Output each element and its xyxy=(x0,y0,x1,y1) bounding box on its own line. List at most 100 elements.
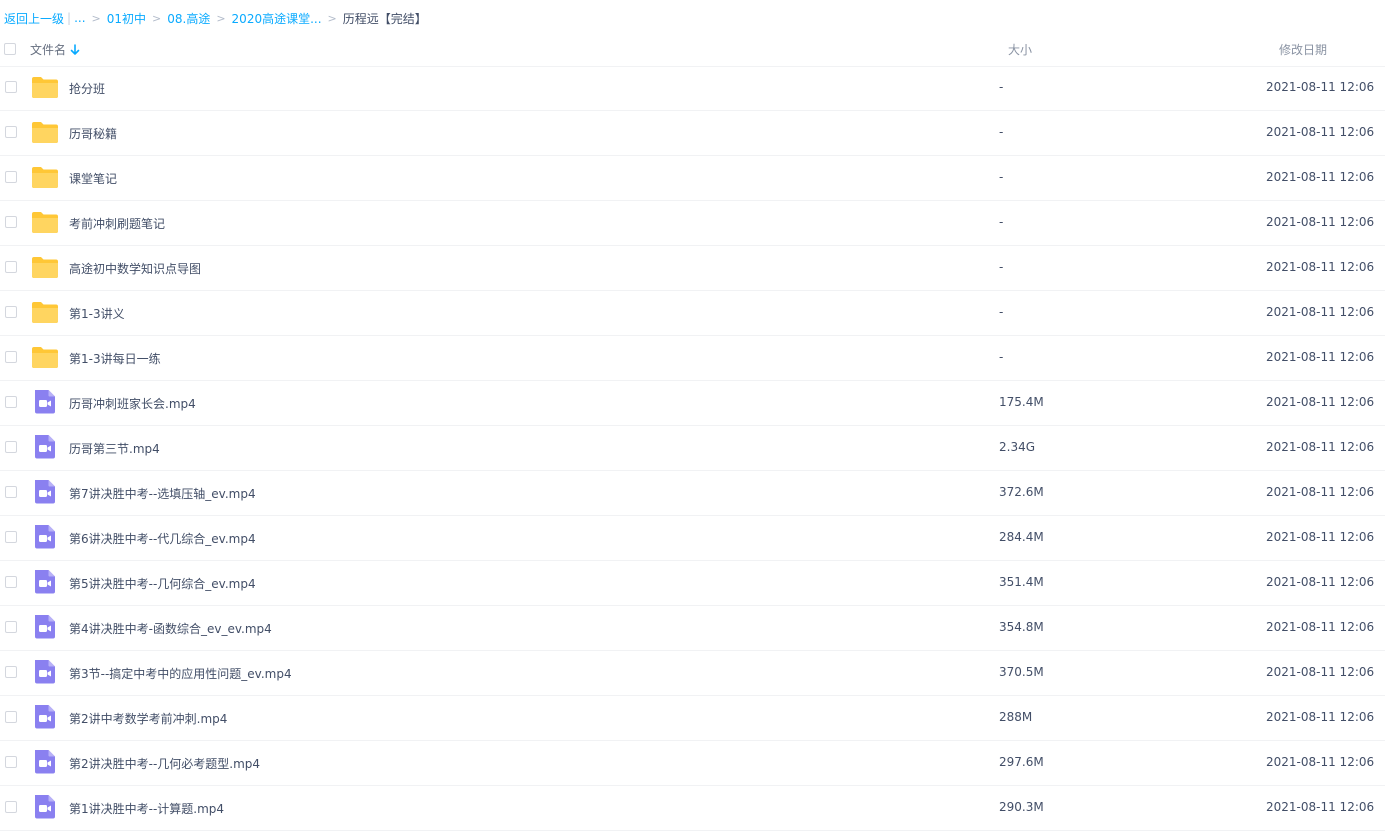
row-checkbox[interactable] xyxy=(5,171,17,183)
file-name[interactable]: 高途初中数学知识点导图 xyxy=(69,260,201,277)
file-name[interactable]: 考前冲刺刷题笔记 xyxy=(69,215,165,232)
breadcrumb-current: 历程远【完结】 xyxy=(342,11,427,26)
file-row[interactable]: 考前冲刺刷题笔记 - 2021-08-11 12:06 xyxy=(0,201,1385,246)
file-name[interactable]: 第2讲中考数学考前冲刺.mp4 xyxy=(69,710,227,727)
file-row[interactable]: 课堂笔记 - 2021-08-11 12:06 xyxy=(0,156,1385,201)
file-row[interactable]: 第6讲决胜中考--代几综合_ev.mp4 284.4M 2021-08-11 12:… xyxy=(0,516,1385,561)
file-size: 351.4M xyxy=(999,575,1044,589)
select-all-checkbox[interactable] xyxy=(4,43,16,55)
row-checkbox[interactable] xyxy=(5,261,17,273)
file-row[interactable]: 历哥第三节.mp4 2.34G 2021-08-11 12:06 xyxy=(0,426,1385,471)
file-size: - xyxy=(999,305,1004,319)
file-date: 2021-08-11 12:06 xyxy=(1266,485,1375,499)
file-date: 2021-08-11 12:06 xyxy=(1266,260,1375,274)
file-size: - xyxy=(999,260,1004,274)
breadcrumb-item-08[interactable]: 08.高途 xyxy=(167,10,210,27)
file-size: 354.8M xyxy=(999,620,1044,634)
folder-icon[interactable] xyxy=(31,75,59,99)
column-header-size[interactable]: 大小 xyxy=(1008,41,1032,58)
row-checkbox[interactable] xyxy=(5,351,17,363)
file-row[interactable]: 第1-3讲每日一练 - 2021-08-11 12:06 xyxy=(0,336,1385,381)
file-name[interactable]: 历哥秘籍 xyxy=(69,125,117,142)
file-date: 2021-08-11 12:06 xyxy=(1266,575,1375,589)
file-date: 2021-08-11 12:06 xyxy=(1266,665,1375,679)
video-file-icon[interactable] xyxy=(31,480,59,504)
file-size: 175.4M xyxy=(999,395,1044,409)
file-row[interactable]: 第7讲决胜中考--选填压轴_ev.mp4 372.6M 2021-08-11 12:… xyxy=(0,471,1385,516)
folder-icon[interactable] xyxy=(31,120,59,144)
file-date: 2021-08-11 12:06 xyxy=(1266,530,1375,544)
row-checkbox[interactable] xyxy=(5,621,17,633)
folder-icon[interactable] xyxy=(31,300,59,324)
folder-icon[interactable] xyxy=(31,165,59,189)
file-name[interactable]: 历哥冲刺班家长会.mp4 xyxy=(69,395,196,412)
breadcrumb-arrow-icon: > xyxy=(152,11,162,25)
video-file-icon[interactable] xyxy=(31,615,59,639)
file-row[interactable]: 第2讲中考数学考前冲刺.mp4 288M 2021-08-11 12:06 xyxy=(0,696,1385,741)
file-size: - xyxy=(999,80,1004,94)
file-row[interactable]: 历哥冲刺班家长会.mp4 175.4M 2021-08-11 12:06 xyxy=(0,381,1385,426)
video-file-icon[interactable] xyxy=(31,705,59,729)
file-size: 297.6M xyxy=(999,755,1044,769)
file-date: 2021-08-11 12:06 xyxy=(1266,800,1375,814)
breadcrumb-ellipsis[interactable]: ... xyxy=(74,11,85,25)
file-row[interactable]: 第3节--搞定中考中的应用性问题_ev.mp4 370.5M 2021-08-11 … xyxy=(0,651,1385,696)
file-name[interactable]: 第3节--搞定中考中的应用性问题_ev.mp4 xyxy=(69,665,292,682)
file-name[interactable]: 抢分班 xyxy=(69,80,105,97)
row-checkbox[interactable] xyxy=(5,486,17,498)
back-link[interactable]: 返回上一级 xyxy=(4,10,64,27)
row-checkbox[interactable] xyxy=(5,756,17,768)
file-name[interactable]: 历哥第三节.mp4 xyxy=(69,440,160,457)
breadcrumb-arrow-icon: > xyxy=(216,11,226,25)
file-name[interactable]: 第4讲决胜中考-函数综合_ev_ev.mp4 xyxy=(69,620,272,637)
folder-icon[interactable] xyxy=(31,210,59,234)
row-checkbox[interactable] xyxy=(5,441,17,453)
row-checkbox[interactable] xyxy=(5,396,17,408)
row-checkbox[interactable] xyxy=(5,531,17,543)
row-checkbox[interactable] xyxy=(5,216,17,228)
file-name[interactable]: 第1-3讲义 xyxy=(69,305,125,322)
row-checkbox[interactable] xyxy=(5,666,17,678)
file-date: 2021-08-11 12:06 xyxy=(1266,125,1375,139)
column-header-date[interactable]: 修改日期 xyxy=(1279,41,1327,58)
file-row[interactable]: 抢分班 - 2021-08-11 12:06 xyxy=(0,66,1385,111)
file-size: 372.6M xyxy=(999,485,1044,499)
file-date: 2021-08-11 12:06 xyxy=(1266,80,1375,94)
video-file-icon[interactable] xyxy=(31,390,59,414)
video-file-icon[interactable] xyxy=(31,525,59,549)
file-row[interactable]: 第5讲决胜中考--几何综合_ev.mp4 351.4M 2021-08-11 12:… xyxy=(0,561,1385,606)
file-name[interactable]: 第1讲决胜中考--计算题.mp4 xyxy=(69,800,224,817)
file-name[interactable]: 第2讲决胜中考--几何必考题型.mp4 xyxy=(69,755,260,772)
video-file-icon[interactable] xyxy=(31,570,59,594)
row-checkbox[interactable] xyxy=(5,306,17,318)
file-row[interactable]: 第1-3讲义 - 2021-08-11 12:06 xyxy=(0,291,1385,336)
file-row[interactable]: 高途初中数学知识点导图 - 2021-08-11 12:06 xyxy=(0,246,1385,291)
video-file-icon[interactable] xyxy=(31,435,59,459)
folder-icon[interactable] xyxy=(31,255,59,279)
row-checkbox[interactable] xyxy=(5,81,17,93)
row-checkbox[interactable] xyxy=(5,801,17,813)
folder-icon[interactable] xyxy=(31,345,59,369)
breadcrumb-arrow-icon: > xyxy=(91,11,101,25)
file-date: 2021-08-11 12:06 xyxy=(1266,755,1375,769)
column-header-name[interactable]: 文件名 xyxy=(30,41,80,58)
file-name[interactable]: 第7讲决胜中考--选填压轴_ev.mp4 xyxy=(69,485,256,502)
video-file-icon[interactable] xyxy=(31,750,59,774)
breadcrumb-item-01[interactable]: 01初中 xyxy=(107,10,146,27)
file-name[interactable]: 第5讲决胜中考--几何综合_ev.mp4 xyxy=(69,575,256,592)
video-file-icon[interactable] xyxy=(31,795,59,819)
video-file-icon[interactable] xyxy=(31,660,59,684)
row-checkbox[interactable] xyxy=(5,711,17,723)
row-checkbox[interactable] xyxy=(5,576,17,588)
file-row[interactable]: 历哥秘籍 - 2021-08-11 12:06 xyxy=(0,111,1385,156)
file-name[interactable]: 课堂笔记 xyxy=(69,170,117,187)
file-row[interactable]: 第1讲决胜中考--计算题.mp4 290.3M 2021-08-11 12:06 xyxy=(0,786,1385,831)
file-row[interactable]: 第2讲决胜中考--几何必考题型.mp4 297.6M 2021-08-11 12:0… xyxy=(0,741,1385,786)
file-name[interactable]: 第6讲决胜中考--代几综合_ev.mp4 xyxy=(69,530,256,547)
arrow-down-icon[interactable] xyxy=(70,43,80,56)
file-date: 2021-08-11 12:06 xyxy=(1266,215,1375,229)
row-checkbox[interactable] xyxy=(5,126,17,138)
file-name[interactable]: 第1-3讲每日一练 xyxy=(69,350,161,367)
breadcrumb-item-2020[interactable]: 2020高途课堂... xyxy=(232,10,322,27)
file-row[interactable]: 第4讲决胜中考-函数综合_ev_ev.mp4 354.8M 2021-08-11 1… xyxy=(0,606,1385,651)
